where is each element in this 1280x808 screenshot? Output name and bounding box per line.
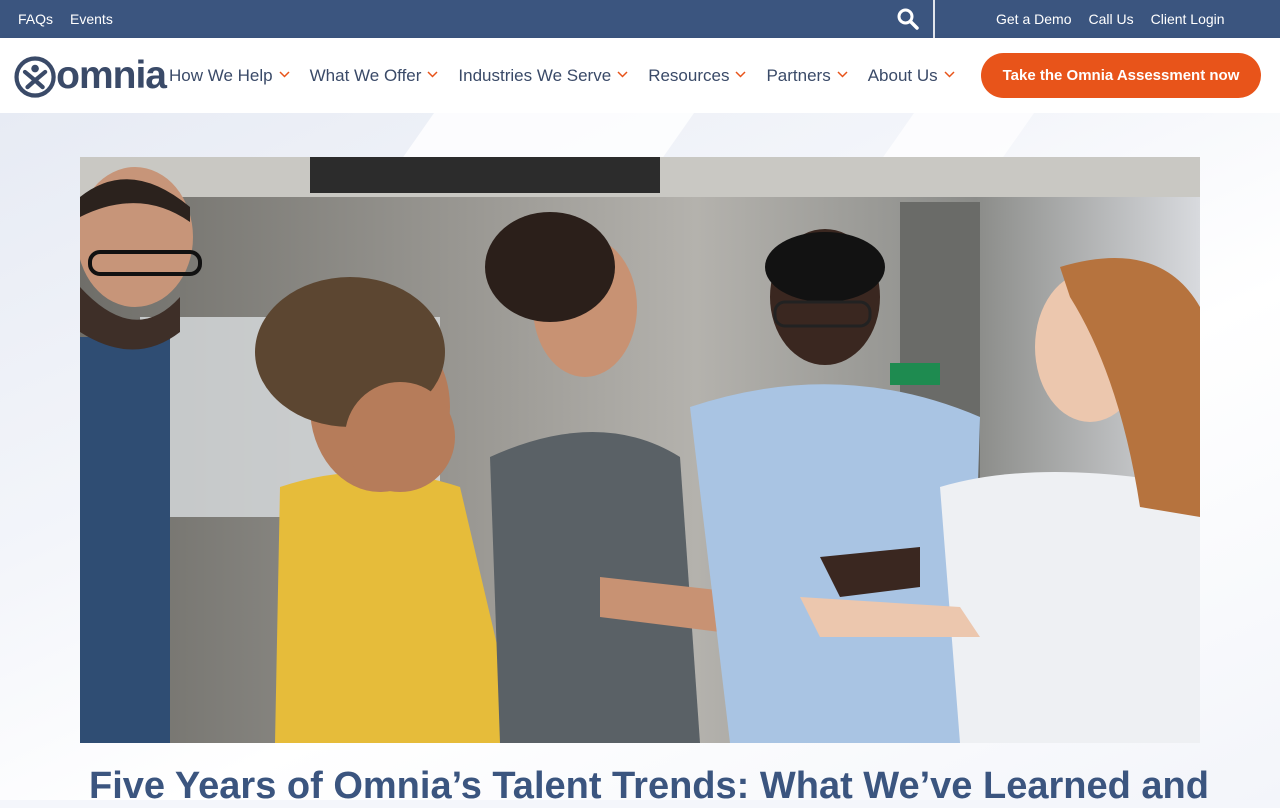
nav-how-we-help[interactable]: How We Help [169, 66, 290, 86]
client-login-link[interactable]: Client Login [1151, 11, 1225, 27]
chevron-down-icon [944, 70, 955, 78]
utility-divider [933, 0, 935, 38]
nav-label: Industries We Serve [458, 65, 612, 85]
search-icon [897, 8, 919, 30]
chevron-down-icon [735, 70, 746, 78]
utility-left-links: FAQs Events [18, 0, 113, 38]
nav-label: Resources [648, 65, 730, 85]
call-us-link[interactable]: Call Us [1088, 11, 1133, 27]
nav-about-us[interactable]: About Us [868, 66, 955, 86]
main-nav: omnia How We Help What We Offer Industri… [0, 38, 1280, 113]
chevron-down-icon [427, 70, 438, 78]
get-a-demo-link[interactable]: Get a Demo [996, 11, 1071, 27]
nav-industries-we-serve[interactable]: Industries We Serve [458, 66, 628, 86]
hero-photo [80, 157, 1200, 743]
utility-right-links: Get a Demo Call Us Client Login [996, 0, 1225, 38]
chevron-down-icon [837, 70, 848, 78]
omnia-logo-mark-icon [14, 56, 56, 98]
chevron-down-icon [617, 70, 628, 78]
chevron-down-icon [279, 70, 290, 78]
nav-partners[interactable]: Partners [766, 65, 848, 86]
faqs-link[interactable]: FAQs [18, 11, 53, 27]
nav-label: Partners [766, 65, 831, 85]
nav-label: How We Help [169, 65, 273, 85]
nav-label: About Us [867, 65, 938, 85]
nav-what-we-offer[interactable]: What We Offer [310, 66, 439, 86]
nav-label: What We Offer [309, 65, 422, 85]
events-link[interactable]: Events [70, 11, 113, 27]
omnia-logo[interactable]: omnia [14, 52, 167, 102]
nav-resources[interactable]: Resources [648, 66, 746, 86]
search-button[interactable] [896, 7, 920, 31]
take-assessment-button[interactable]: Take the Omnia Assessment now [981, 53, 1261, 98]
logo-wordmark: omnia [56, 53, 167, 97]
photo-icon [80, 157, 1200, 743]
article-title: Five Years of Omnia’s Talent Trends: Wha… [89, 765, 1209, 807]
utility-bar: FAQs Events Get a Demo Call Us Client Lo… [0, 0, 1280, 38]
primary-nav: How We Help What We Offer Industries We … [169, 38, 975, 113]
